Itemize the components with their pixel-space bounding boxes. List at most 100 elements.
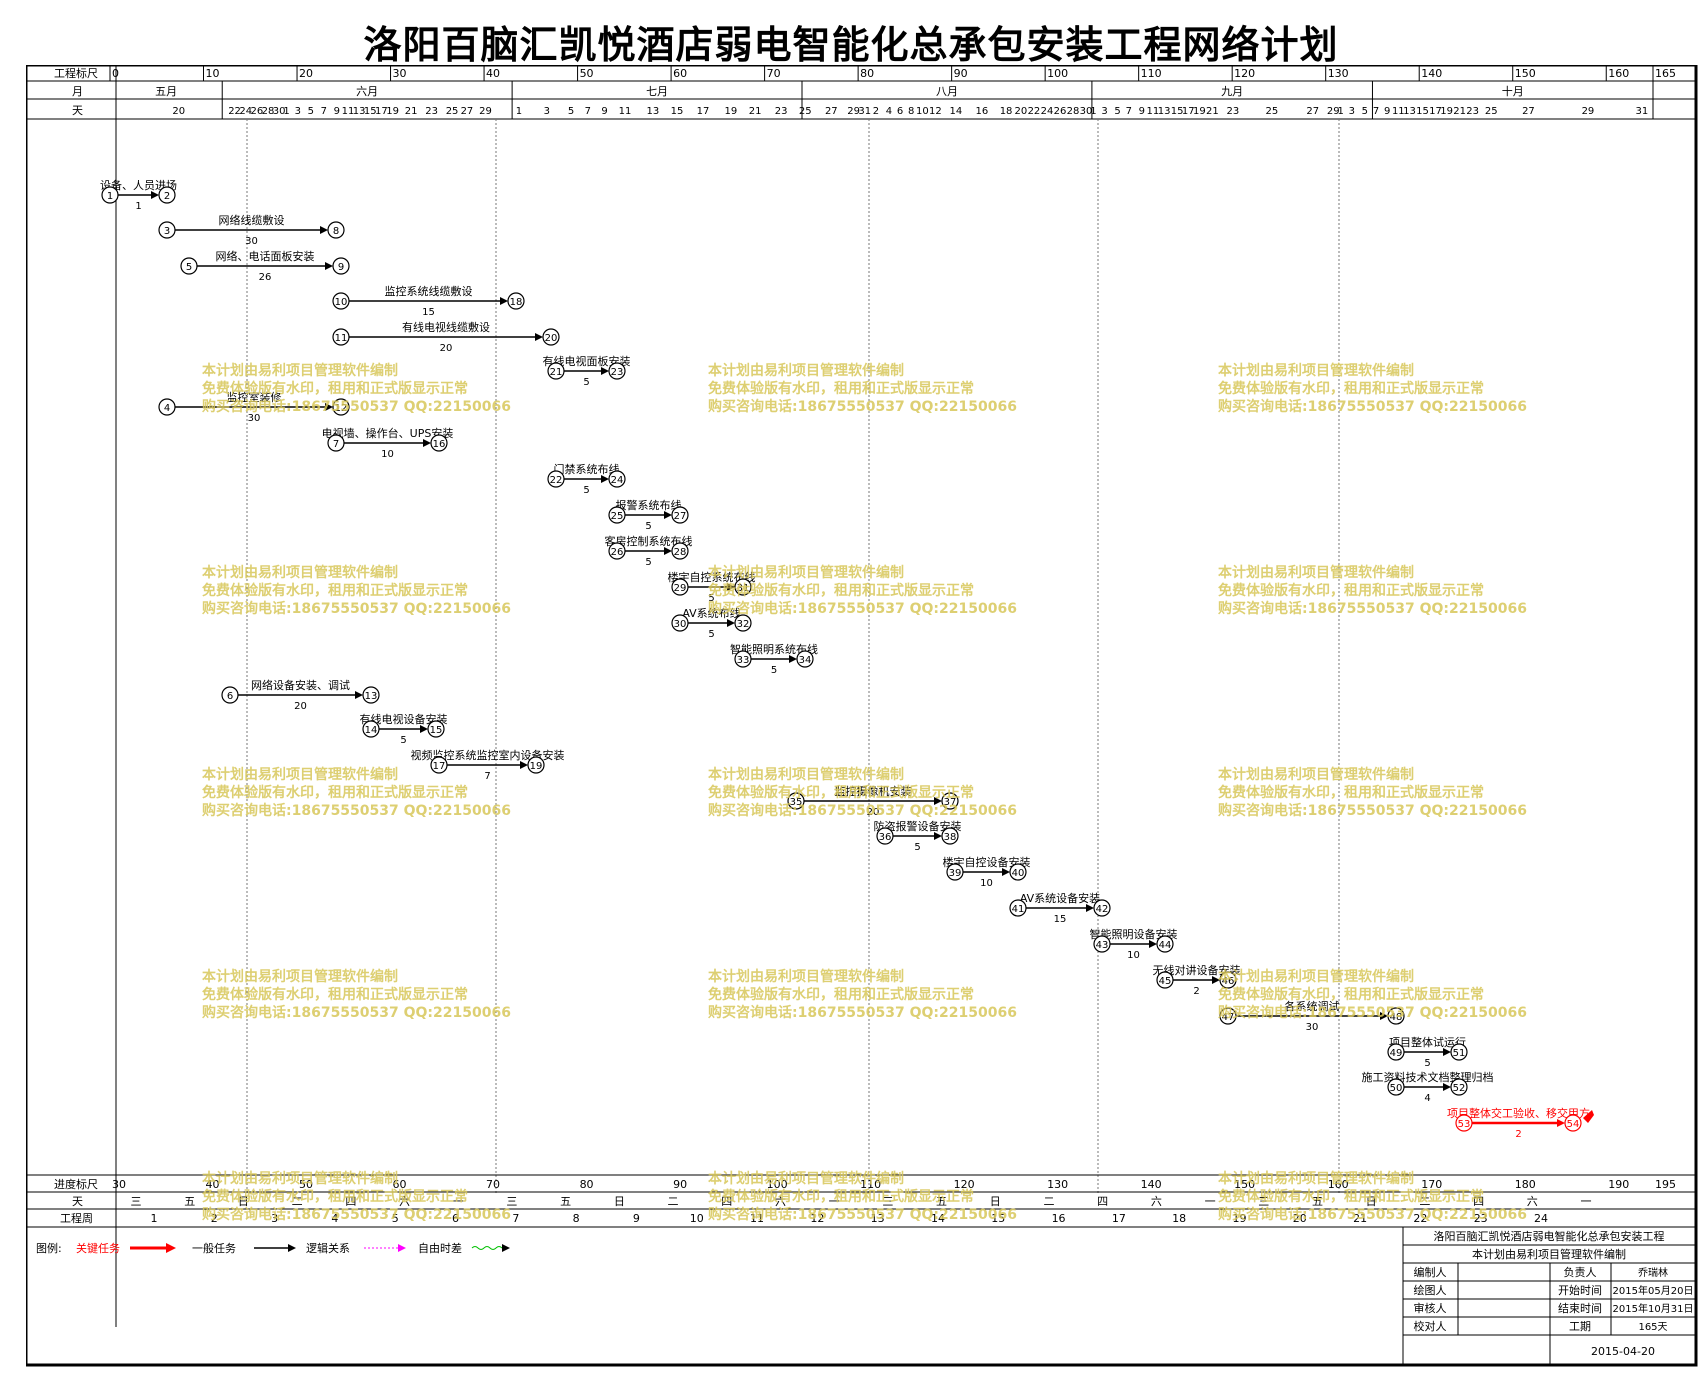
event-node: 4 <box>158 398 176 416</box>
watermark-line: 本计划由易利项目管理软件编制 <box>202 564 398 581</box>
day-label: 21 <box>749 106 762 117</box>
event-node: 7 <box>327 434 345 452</box>
activity-duration: 5 <box>708 629 714 640</box>
activity-arrow: 网络线缆敷设 30 <box>175 213 328 247</box>
day-label: 27 <box>1522 106 1535 117</box>
week-label: 24 <box>1534 1212 1548 1225</box>
event-node: 53 <box>1455 1114 1473 1132</box>
watermark-line: 免费体验版有水印，租用和正式版显示正常 <box>202 1188 468 1205</box>
watermark: 本计划由易利项目管理软件编制免费体验版有水印，租用和正式版显示正常购买咨询电话:… <box>1218 1170 1527 1223</box>
watermark: 本计划由易利项目管理软件编制免费体验版有水印，租用和正式版显示正常购买咨询电话:… <box>708 564 1017 617</box>
activity-duration: 5 <box>914 842 920 853</box>
event-node: 22 <box>547 470 565 488</box>
event-node: 52 <box>1450 1078 1468 1096</box>
event-node-number: 4 <box>164 403 170 414</box>
day-label: 1 <box>516 106 522 117</box>
event-node: 21 <box>547 362 565 380</box>
event-node-number: 38 <box>944 832 957 843</box>
activity-duration: 26 <box>259 272 272 283</box>
day-label: 5 <box>1114 106 1120 117</box>
watermark-line: 免费体验版有水印，租用和正式版显示正常 <box>708 986 974 1003</box>
event-node: 17 <box>430 756 448 774</box>
day-label: 25 <box>1485 106 1498 117</box>
event-node-number: 32 <box>737 619 750 630</box>
watermark-line: 免费体验版有水印，租用和正式版显示正常 <box>708 380 974 397</box>
watermark-line: 本计划由易利项目管理软件编制 <box>1218 362 1414 379</box>
watermark: 本计划由易利项目管理软件编制免费体验版有水印，租用和正式版显示正常购买咨询电话:… <box>708 968 1017 1021</box>
info-key: 编制人 <box>1414 1265 1447 1279</box>
event-node: 13 <box>362 686 380 704</box>
progress-tick-label: 140 <box>1141 1178 1162 1191</box>
day-label: 5 <box>568 106 574 117</box>
event-node-number: 49 <box>1390 1048 1403 1059</box>
day-label: 23 <box>775 106 788 117</box>
weekday-label: 二 <box>1043 1195 1054 1208</box>
activity-duration: 7 <box>484 771 490 782</box>
progress-tick-label: 30 <box>112 1178 126 1191</box>
activity-duration: 5 <box>400 735 406 746</box>
event-node-number: 14 <box>365 725 378 736</box>
month-label: 六月 <box>356 85 378 98</box>
day-label: 27 <box>825 106 838 117</box>
activity-duration: 15 <box>422 307 435 318</box>
event-node: 10 <box>332 292 350 310</box>
day-label: 23 <box>1466 106 1479 117</box>
week-label: 8 <box>573 1212 580 1225</box>
day-label: 7 <box>1373 106 1379 117</box>
info-project: 洛阳百脑汇凯悦酒店弱电智能化总承包安装工程 <box>1434 1229 1665 1243</box>
event-node: 6 <box>221 686 239 704</box>
activity-duration: 15 <box>1054 914 1067 925</box>
watermark-line: 免费体验版有水印，租用和正式版显示正常 <box>708 784 974 801</box>
day-label: 21 <box>1453 106 1466 117</box>
activity-duration: 2 <box>1193 986 1199 997</box>
day-label: 25 <box>799 106 812 117</box>
activity-duration: 20 <box>294 701 307 712</box>
day-label: 8 <box>908 106 914 117</box>
event-node: 16 <box>430 434 448 452</box>
day-label: 29 <box>479 106 492 117</box>
page-title: 洛阳百脑汇凯悦酒店弱电智能化总承包安装工程网络计划 <box>363 23 1339 67</box>
watermark: 本计划由易利项目管理软件编制免费体验版有水印，租用和正式版显示正常购买咨询电话:… <box>202 1170 511 1223</box>
event-node-number: 29 <box>674 583 687 594</box>
day-label: 7 <box>585 106 591 117</box>
week-label: 18 <box>1172 1212 1186 1225</box>
day-label: 24 <box>1041 106 1054 117</box>
scale-tick-label: 140 <box>1421 67 1442 80</box>
event-node-number: 9 <box>338 262 344 273</box>
day-label: 3 <box>295 106 301 117</box>
watermark-line: 本计划由易利项目管理软件编制 <box>708 564 904 581</box>
activity-label: 网络设备安装、调试 <box>251 678 350 692</box>
weekday-label: 五 <box>560 1195 571 1208</box>
event-node: 20 <box>542 328 560 346</box>
weekday-label: 一 <box>1581 1195 1592 1208</box>
event-node-number: 54 <box>1567 1119 1580 1130</box>
activity-duration: 5 <box>583 485 589 496</box>
week-row-label: 工程周 <box>60 1212 93 1225</box>
activity-duration: 20 <box>440 343 453 354</box>
info-value: 2015年10月31日 <box>1613 1302 1694 1315</box>
event-node-number: 10 <box>335 297 348 308</box>
event-node: 51 <box>1450 1043 1468 1061</box>
event-node-number: 5 <box>186 262 192 273</box>
info-key: 开始时间 <box>1558 1283 1602 1297</box>
event-node: 3 <box>158 221 176 239</box>
progress-row-label: 进度标尺 <box>54 1177 98 1191</box>
day-label: 3 <box>1349 106 1355 117</box>
event-node: 42 <box>1093 899 1111 917</box>
week-label: 7 <box>512 1212 519 1225</box>
day-label: 15 <box>671 106 684 117</box>
watermark-line: 免费体验版有水印，租用和正式版显示正常 <box>202 582 468 599</box>
event-node-number: 15 <box>430 725 443 736</box>
event-node-number: 19 <box>530 761 543 772</box>
info-key: 审核人 <box>1414 1301 1447 1315</box>
event-node: 30 <box>671 614 689 632</box>
scale-tick-label: 60 <box>673 67 687 80</box>
event-node: 1 <box>101 186 119 204</box>
watermark-line: 购买咨询电话:18675550537 QQ:22150066 <box>202 1004 511 1021</box>
day-label: 20 <box>172 106 185 117</box>
month-label: 九月 <box>1221 85 1243 98</box>
event-node: 34 <box>796 650 814 668</box>
event-node-number: 53 <box>1458 1119 1471 1130</box>
event-node: 33 <box>734 650 752 668</box>
day-label: 13 <box>646 106 659 117</box>
